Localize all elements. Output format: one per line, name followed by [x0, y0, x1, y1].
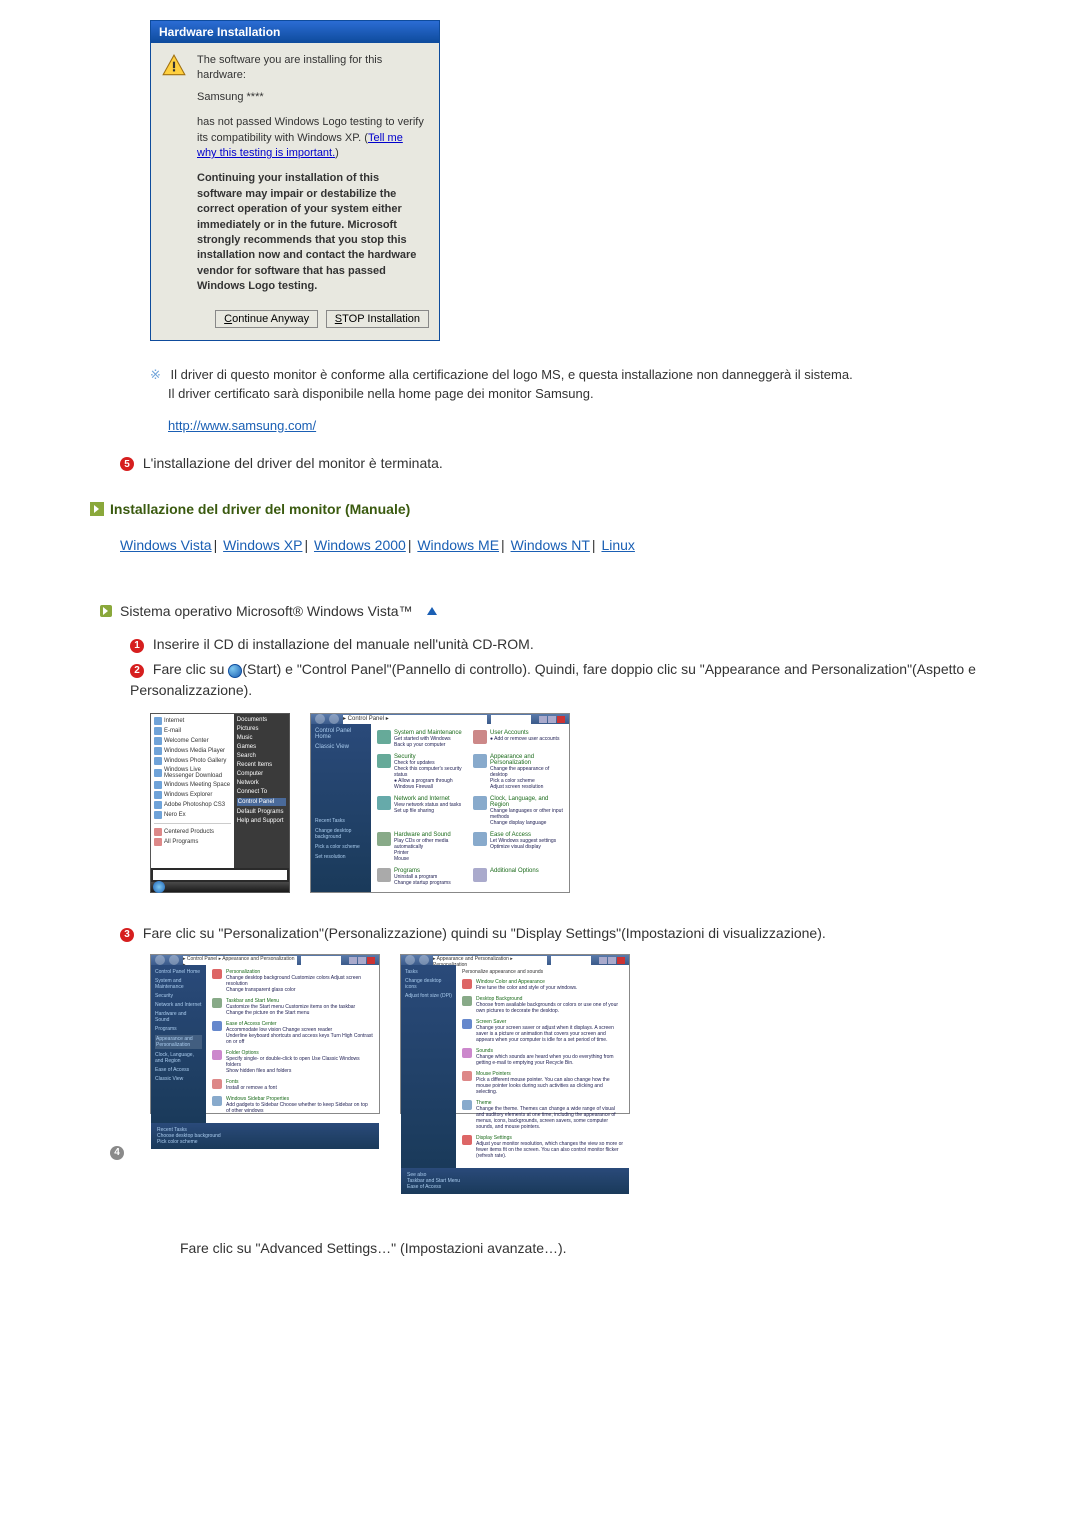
section-arrow-icon	[90, 502, 104, 516]
vista-start-menu-screenshot: InternetE-mailWelcome CenterWindows Medi…	[150, 713, 290, 893]
os-link-linux[interactable]: Linux	[601, 537, 634, 553]
warning-icon	[161, 53, 187, 79]
num-1-icon: 1	[130, 639, 144, 653]
vista-control-panel-screenshot: ▸ Control Panel ▸ Control Panel HomeClas…	[310, 713, 570, 893]
triangle-up-icon	[427, 607, 437, 615]
num-2-icon: 2	[130, 664, 144, 678]
screenshots-step2: InternetE-mailWelcome CenterWindows Medi…	[150, 713, 990, 893]
step-1: 1 Inserire il CD di installazione del ma…	[130, 634, 990, 655]
os-link-me[interactable]: Windows ME	[417, 537, 499, 553]
appearance-personalization-screenshot: ▸ Control Panel ▸ Appearance and Persona…	[150, 954, 380, 1114]
os-link-vista[interactable]: Windows Vista	[120, 537, 212, 553]
samsung-link[interactable]: http://www.samsung.com/	[168, 418, 316, 433]
step-2: 2 Fare clic su (Start) e "Control Panel"…	[130, 659, 990, 701]
note-mark-icon: ※	[150, 367, 161, 382]
step-3: 3 Fare clic su "Personalization"(Persona…	[140, 923, 990, 944]
os-link-2000[interactable]: Windows 2000	[314, 537, 406, 553]
manual-install-heading: Installazione del driver del monitor (Ma…	[90, 501, 990, 517]
dialog-title: Hardware Installation	[151, 21, 439, 43]
os-links: Windows Vista| Windows XP| Windows 2000|…	[120, 537, 990, 553]
vista-subheading: Sistema operativo Microsoft® Windows Vis…	[100, 603, 990, 619]
start-orb-icon	[228, 664, 242, 678]
num-3-icon: 3	[120, 928, 134, 942]
num-4-icon: 4	[110, 1146, 124, 1160]
personalization-screenshot: ▸ Appearance and Personalization ▸ Perso…	[400, 954, 630, 1114]
screenshots-step3: ▸ Control Panel ▸ Appearance and Persona…	[150, 954, 990, 1114]
os-link-xp[interactable]: Windows XP	[223, 537, 302, 553]
continue-anyway-button[interactable]: Continue Anyway	[215, 310, 318, 328]
step-5: 5 L'installazione del driver del monitor…	[120, 455, 990, 471]
certification-note: ※ Il driver di questo monitor è conforme…	[150, 366, 990, 435]
hardware-install-dialog: Hardware Installation The software you a…	[150, 20, 440, 341]
os-link-nt[interactable]: Windows NT	[511, 537, 590, 553]
stop-installation-button[interactable]: STOP Installation	[326, 310, 429, 328]
num-5-icon: 5	[120, 457, 134, 471]
bullet-icon	[100, 605, 112, 617]
dialog-message: The software you are installing for this…	[197, 53, 425, 294]
